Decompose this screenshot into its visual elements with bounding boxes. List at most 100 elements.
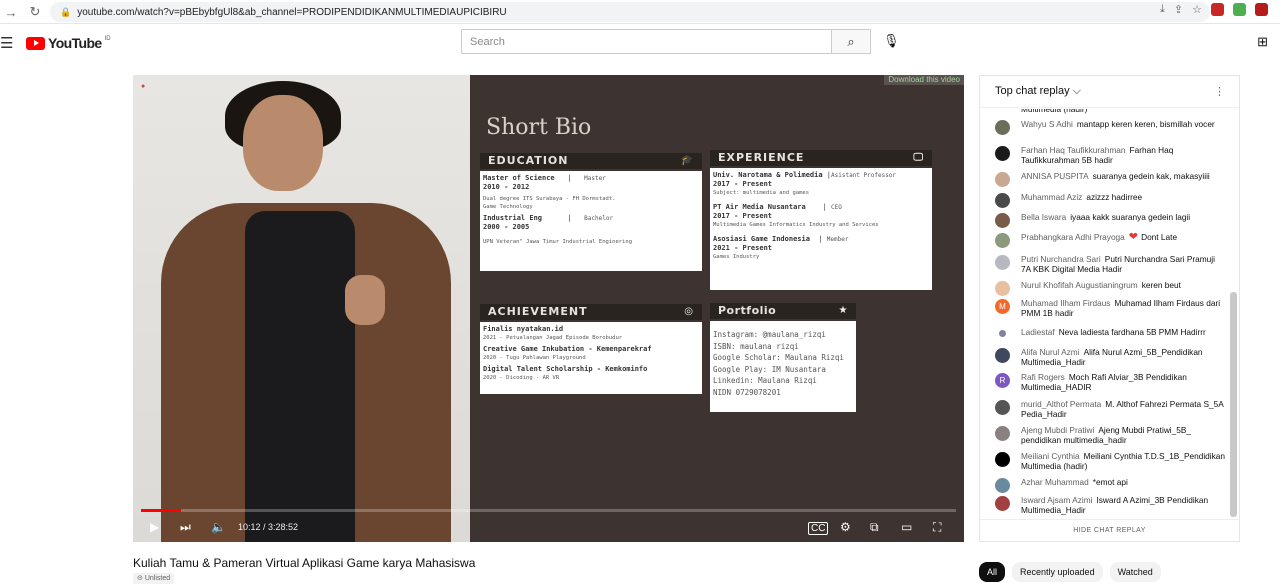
chat-text: suaranya gedein kak, makasyiiii (1092, 171, 1210, 181)
address-bar[interactable]: 🔒 youtube.com/watch?v=pBEbybfgUl8&ab_cha… (50, 2, 1210, 22)
chat-message-body: Muhammad Aziz azizzz hadirree (1021, 192, 1225, 208)
chat-message-body: Farhan Haq Taufikkurahman Farhan Haq Tauf… (1021, 145, 1225, 165)
chat-message[interactable]: Isward Ajsam Azimi Isward A Azimi_3B Pend… (995, 495, 1225, 515)
chat-message[interactable]: R Rafi Rogers Moch Rafi Alviar_3B Pendidik… (995, 372, 1225, 392)
chip-watched[interactable]: Watched (1109, 562, 1161, 582)
hide-chat-button[interactable]: HIDE CHAT REPLAY (980, 519, 1239, 541)
theater-mode-icon[interactable]: ▭ (901, 520, 912, 534)
chat-scrollbar[interactable] (1230, 292, 1237, 517)
url-text: youtube.com/watch?v=pBEbybfgUl8&ab_chann… (77, 6, 507, 18)
avatar[interactable] (995, 213, 1010, 228)
chat-message[interactable]: Ladiestaf Neva ladiesta fardhana 5B PMM H… (995, 327, 1225, 337)
chat-message-body: Wahyu S Adhi mantapp keren keren, bismill… (1021, 119, 1225, 135)
chat-author[interactable]: Alifa Nurul Azmi (1021, 347, 1080, 357)
chat-author[interactable]: Prabhangkara Adhi Prayoga (1021, 232, 1125, 242)
video-player[interactable]: ● Download this video Short Bio EDUCATIO… (133, 75, 964, 542)
avatar[interactable] (995, 452, 1010, 467)
extension-icon[interactable] (1233, 3, 1246, 16)
filter-chips: All Recently uploaded Watched (979, 562, 1161, 582)
chat-author[interactable]: Azhar Muhammad (1021, 477, 1089, 487)
more-options-icon[interactable]: ⋮ (1214, 85, 1225, 98)
speaker-photo: ● (133, 75, 470, 542)
chat-text: mantapp keren keren, bismillah vocer (1076, 119, 1215, 129)
chat-message[interactable]: Farhan Haq Taufikkurahman Farhan Haq Tauf… (995, 145, 1225, 165)
avatar[interactable] (995, 193, 1010, 208)
settings-gear-icon[interactable]: ⚙ (840, 520, 851, 534)
chat-author[interactable]: Bella Iswara (1021, 212, 1066, 222)
avatar[interactable] (995, 146, 1010, 161)
chip-recently-uploaded[interactable]: Recently uploaded (1012, 562, 1103, 582)
captions-icon[interactable]: CC (808, 522, 829, 535)
chat-author[interactable]: Rafi Rogers (1021, 372, 1065, 382)
install-icon[interactable]: ⤓ (1160, 3, 1165, 16)
search-button[interactable]: ⌕ (831, 29, 871, 54)
youtube-logo[interactable]: YouTube ID (26, 35, 111, 51)
avatar[interactable] (995, 255, 1010, 270)
avatar[interactable] (995, 120, 1010, 135)
avatar[interactable] (995, 478, 1010, 493)
chat-message-body: Putri Nurchandra Sari Putri Nurchandra Sa… (1021, 254, 1225, 274)
next-icon[interactable]: ⏭ (180, 520, 191, 535)
chat-author[interactable]: Ajeng Mubdi Pratiwi (1021, 425, 1094, 435)
chat-message[interactable]: Muhammad Aziz azizzz hadirree (995, 192, 1225, 208)
play-icon[interactable]: ▶ (150, 520, 159, 534)
avatar[interactable] (995, 172, 1010, 187)
fullscreen-icon[interactable]: ⛶ (933, 520, 941, 535)
chat-message[interactable]: Alifa Nurul Azmi Alifa Nurul Azmi_5B_Pend… (995, 347, 1225, 367)
chat-message[interactable]: Azhar Muhammad *emot api (995, 477, 1225, 493)
chat-message-body: ANNISA PUSPITA suaranya gedein kak, makas… (1021, 171, 1225, 187)
chat-message[interactable]: Putri Nurchandra Sari Putri Nurchandra Sa… (995, 254, 1225, 274)
menu-icon[interactable]: ☰ (0, 34, 13, 52)
chat-author[interactable]: Putri Nurchandra Sari (1021, 254, 1101, 264)
chat-message[interactable]: Bella Iswara iyaaa kakk suaranya gedein l… (995, 212, 1225, 228)
forward-icon[interactable]: → (0, 1, 22, 23)
avatar[interactable] (995, 400, 1010, 415)
chat-message[interactable]: murid_Althof Permata M. Althof Fahrezi Pe… (995, 399, 1225, 419)
chat-message[interactable]: M Muhamad Ilham Firdaus Muhamad Ilham Fird… (995, 298, 1225, 318)
chat-author[interactable]: Nurul Khofifah Augustianingrum (1021, 280, 1138, 290)
chat-author[interactable]: ANNISA PUSPITA (1021, 171, 1089, 181)
chat-message[interactable]: Meiliani Cynthia Meiliani Cynthia T.D.S_1… (995, 451, 1225, 471)
chat-author[interactable]: Wahyu S Adhi (1021, 119, 1073, 129)
avatar[interactable] (999, 330, 1006, 337)
avatar[interactable] (995, 426, 1010, 441)
chat-mode-dropdown[interactable]: Top chat replay ⌵ (995, 85, 1081, 98)
chat-header: Top chat replay ⌵ ⋮ (980, 76, 1239, 108)
portfolio-card: Instagram: @maulana_rizqi ISBN: maulana … (710, 321, 856, 412)
chat-author[interactable]: Muhammad Aziz (1021, 192, 1082, 202)
create-icon[interactable]: ⊞ (1257, 34, 1268, 50)
chat-message[interactable]: ANNISA PUSPITA suaranya gedein kak, makas… (995, 171, 1225, 187)
avatar[interactable] (995, 348, 1010, 363)
avatar[interactable]: M (995, 299, 1010, 314)
extension-icon[interactable] (1211, 3, 1224, 16)
chat-author[interactable]: murid_Althof Permata (1021, 399, 1101, 409)
miniplayer-icon[interactable]: ⧉ (870, 520, 879, 535)
avatar[interactable] (995, 496, 1010, 511)
chat-author[interactable]: Muhamad Ilham Firdaus (1021, 298, 1110, 308)
avatar[interactable]: R (995, 373, 1010, 388)
chat-author[interactable]: Meiliani Cynthia (1021, 451, 1080, 461)
search-input[interactable]: Search (461, 29, 832, 54)
volume-icon[interactable]: 🔈 (211, 520, 226, 534)
extension-icon[interactable] (1255, 3, 1268, 16)
chat-message-body: Bella Iswara iyaaa kakk suaranya gedein l… (1021, 212, 1225, 228)
youtube-play-icon (26, 36, 45, 50)
time-display: 10:12 / 3:28:52 (238, 522, 299, 532)
chat-message[interactable]: Prabhangkara Adhi Prayoga ❤ Dont Late (995, 232, 1225, 248)
chat-message[interactable]: Wahyu S Adhi mantapp keren keren, bismill… (995, 119, 1225, 135)
chat-message[interactable]: Nurul Khofifah Augustianingrum keren beut (995, 280, 1225, 296)
chat-author[interactable]: Farhan Haq Taufikkurahman (1021, 145, 1126, 155)
avatar[interactable] (995, 281, 1010, 296)
microphone-icon[interactable]: 🎙 (883, 33, 900, 49)
download-video-button[interactable]: Download this video (884, 75, 964, 85)
chat-message[interactable]: Ajeng Mubdi Pratiwi Ajeng Mubdi Pratiwi_5… (995, 425, 1225, 445)
reload-icon[interactable]: ↻ (24, 1, 46, 23)
share-icon[interactable]: ⇪ (1174, 3, 1183, 16)
chat-author[interactable]: Isward Ajsam Azimi (1021, 495, 1092, 505)
chat-messages[interactable]: Multimedia (hadir) Wahyu S Adhi mantapp ke… (980, 109, 1228, 517)
achievement-heading: ACHIEVEMENT ◎ (480, 304, 702, 320)
chat-author[interactable]: Ladiestaf (1021, 327, 1055, 337)
bookmark-star-icon[interactable]: ☆ (1192, 3, 1202, 16)
chip-all[interactable]: All (979, 562, 1006, 582)
avatar[interactable] (995, 233, 1010, 248)
